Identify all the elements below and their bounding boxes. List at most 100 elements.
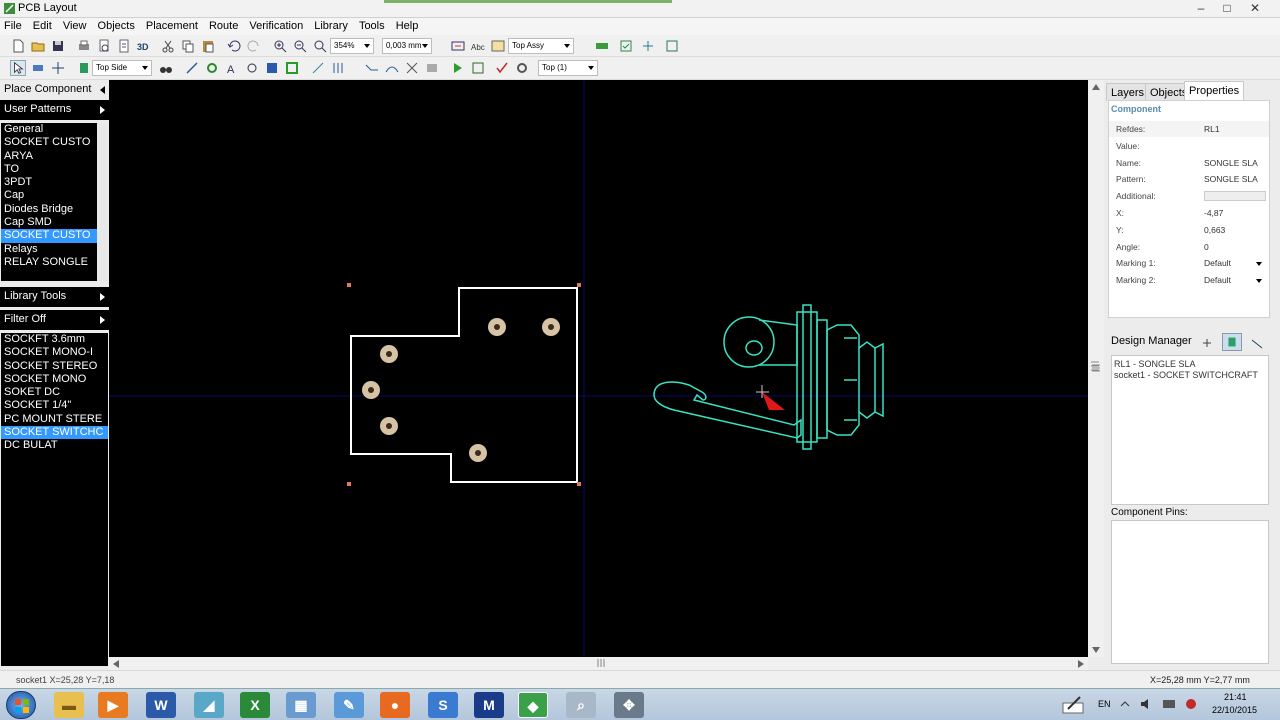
pcb-canvas[interactable] — [109, 80, 1088, 657]
list-item[interactable]: RL1 - SONGLE SLA — [1112, 356, 1268, 370]
list-item[interactable]: General — [1, 123, 108, 136]
tab-layers[interactable]: Layers — [1106, 83, 1150, 101]
tab-properties[interactable]: Properties — [1184, 81, 1245, 101]
menu-view[interactable]: View — [59, 18, 91, 32]
drc-icon[interactable] — [618, 38, 634, 54]
property-row[interactable]: Angle: 0 — [1109, 239, 1269, 255]
paste-icon[interactable] — [200, 38, 216, 54]
list-scrollbar[interactable] — [97, 123, 108, 281]
component-view-icon[interactable] — [1222, 333, 1242, 351]
layer-combo[interactable]: Top (1) — [538, 60, 598, 76]
list-item[interactable]: TO — [1, 163, 108, 176]
zoom-combo[interactable]: 354% — [330, 38, 374, 54]
optimize-icon[interactable] — [664, 38, 680, 54]
property-row[interactable]: Additional: — [1109, 188, 1269, 204]
net-icon[interactable] — [594, 38, 610, 54]
cut-icon[interactable] — [160, 38, 176, 54]
grid-combo[interactable]: 0,003 mm — [382, 38, 432, 54]
zoom-window-icon[interactable] — [312, 38, 328, 54]
print-icon[interactable] — [76, 38, 92, 54]
unroute-icon[interactable] — [404, 60, 420, 76]
autoroute-icon[interactable] — [470, 60, 486, 76]
pcb-layout-taskbar-icon[interactable]: ◆ — [518, 692, 548, 718]
list-item[interactable]: Diodes Bridge — [1, 203, 108, 216]
excel-icon[interactable]: X — [240, 692, 270, 718]
place-component-header[interactable]: Place Component — [0, 80, 109, 100]
connect-icon[interactable] — [1250, 336, 1264, 350]
list-item[interactable]: SOCKET STEREO — [1, 360, 108, 373]
pen-input-icon[interactable] — [1062, 695, 1086, 715]
list-item[interactable]: PC MOUNT STERE — [1, 413, 108, 426]
text-place-icon[interactable]: A — [224, 60, 240, 76]
list-item[interactable]: SOCKET MONO-I — [1, 346, 108, 359]
layers-icon[interactable] — [450, 38, 466, 54]
route-icon[interactable] — [364, 60, 380, 76]
list-item-selected[interactable]: SOCKET SWITCHC — [1, 426, 108, 440]
list-item[interactable]: ARYA — [1, 150, 108, 163]
menu-help[interactable]: Help — [392, 18, 423, 32]
place-component-icon[interactable] — [30, 60, 46, 76]
circle-icon[interactable] — [244, 60, 260, 76]
scroll-left-icon[interactable] — [113, 660, 119, 668]
undo-icon[interactable] — [226, 38, 242, 54]
tray-arrow-icon[interactable] — [1120, 699, 1130, 709]
run-icon[interactable] — [450, 60, 466, 76]
property-row[interactable]: Pattern: SONGLE SLA — [1109, 171, 1269, 187]
save-icon[interactable] — [50, 38, 66, 54]
scroll-grip-icon[interactable] — [597, 659, 605, 667]
menu-placement[interactable]: Placement — [142, 18, 202, 32]
clock-date[interactable]: 22/10/2015 — [1212, 705, 1257, 715]
select-icon[interactable] — [10, 60, 26, 76]
list-item[interactable]: SOCKET MONO — [1, 373, 108, 386]
crosshair-icon[interactable] — [50, 60, 66, 76]
design-manager-list[interactable]: RL1 - SONGLE SLA socket1 - SOCKET SWITCH… — [1111, 355, 1269, 505]
paint-icon[interactable]: ✎ — [334, 692, 364, 718]
property-row[interactable]: X: -4,87 — [1109, 205, 1269, 221]
list-item[interactable]: 3PDT — [1, 176, 108, 189]
scroll-right-icon[interactable] — [1078, 660, 1084, 668]
app-icon-blue[interactable]: ◢ — [194, 692, 224, 718]
property-row[interactable]: Refdes: RL1 — [1109, 121, 1269, 137]
explorer-icon[interactable]: ▬ — [54, 692, 84, 718]
scroll-down-icon[interactable] — [1092, 647, 1100, 653]
copy-icon[interactable] — [180, 38, 196, 54]
new-icon[interactable] — [10, 38, 26, 54]
clock-time[interactable]: 21:41 — [1224, 692, 1247, 702]
calculator-icon[interactable]: ▦ — [286, 692, 316, 718]
polygon-icon[interactable] — [264, 60, 280, 76]
menu-file[interactable]: File — [0, 18, 26, 32]
chevron-down-icon[interactable] — [1256, 262, 1262, 266]
horizontal-scrollbar[interactable] — [109, 657, 1088, 670]
m-app-icon[interactable]: M — [474, 692, 504, 718]
menu-verification[interactable]: Verification — [245, 18, 307, 32]
list-item[interactable]: SOCKFT 3.6mm — [1, 333, 108, 346]
list-item[interactable]: Cap SMD — [1, 216, 108, 229]
list-item[interactable]: RELAY SONGLE — [1, 256, 108, 269]
search-app-icon[interactable]: ⌕ — [566, 692, 596, 718]
menu-edit[interactable]: Edit — [29, 18, 56, 32]
open-icon[interactable] — [30, 38, 46, 54]
component-pins-list[interactable] — [1111, 520, 1269, 664]
filter-header[interactable]: Filter Off — [0, 310, 109, 330]
pad-icon[interactable] — [76, 60, 92, 76]
component-edit-icon[interactable] — [424, 60, 440, 76]
pattern-group-list[interactable]: General SOCKET CUSTO ARYA TO 3PDT Cap Di… — [1, 123, 108, 281]
start-button[interactable] — [6, 691, 36, 719]
property-row[interactable]: Name: SONGLE SLA — [1109, 155, 1269, 171]
text-icon[interactable]: Abc — [470, 38, 486, 54]
zoom-in-icon[interactable] — [272, 38, 288, 54]
property-row[interactable]: Marking 1: Default — [1109, 255, 1269, 271]
close-button[interactable]: ✕ — [1242, 0, 1268, 17]
side-combo[interactable]: Top Side — [92, 60, 152, 76]
list-item[interactable]: Cap — [1, 189, 108, 202]
list-item[interactable]: Relays — [1, 243, 108, 256]
word-icon[interactable]: W — [146, 692, 176, 718]
grid-toggle-icon[interactable] — [1200, 336, 1214, 350]
list-item[interactable]: SOCKET CUSTO — [1, 136, 108, 149]
menu-tools[interactable]: Tools — [355, 18, 389, 32]
chevron-down-icon[interactable] — [1256, 279, 1262, 283]
alert-icon[interactable] — [1184, 698, 1198, 710]
layer-view-combo[interactable]: Top Assy — [508, 38, 574, 54]
list-item-selected[interactable]: SOCKET CUSTO — [1, 229, 108, 243]
scroll-up-icon[interactable] — [1092, 84, 1100, 90]
